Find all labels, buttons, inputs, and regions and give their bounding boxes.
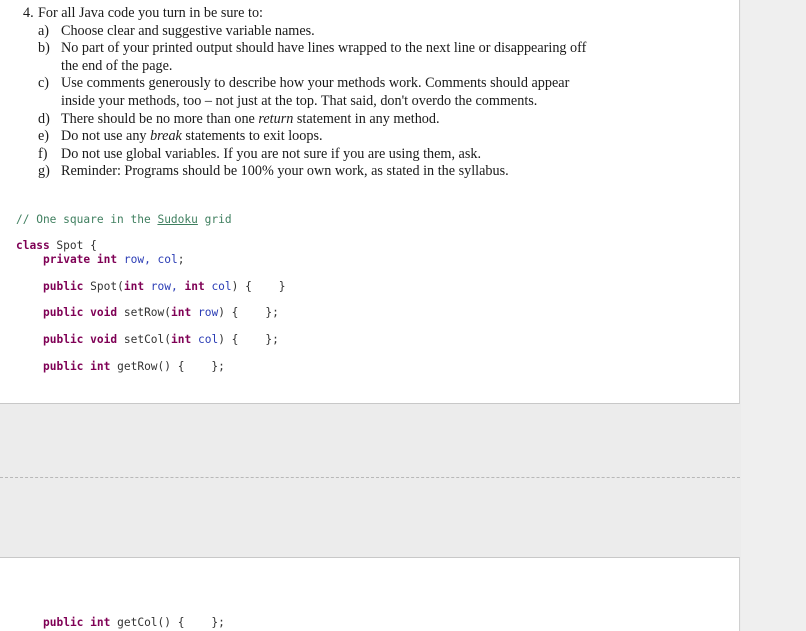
sub-item-c: c) Use comments generously to describe h… [0,75,720,110]
getrow-line: public int getRow() { }; [43,360,225,374]
sub-item-letter: c) [38,75,50,92]
keyword: int [171,306,192,319]
text-run: statement in any method. [293,110,440,127]
constructor-line: public Spot(int row, int col) { } [43,280,286,294]
instructions-list: 4. For all Java code you turn in be sure… [0,5,720,181]
keyword: class [16,239,50,252]
punctuation: ; [177,253,185,266]
keyword: public [43,306,84,319]
emphasis-word: break [150,128,182,145]
keyword: private [43,253,91,266]
sub-item-text: There should be no more than one return … [61,111,720,129]
sub-item-letter: e) [38,128,50,145]
keyword: int [123,280,145,293]
page-gap [0,405,740,556]
keyword: void [90,306,118,319]
method-name: getRow() { }; [110,360,225,373]
sub-item-text: Do not use any break statements to exit … [61,128,720,146]
instruction-heading: 4. For all Java code you turn in be sure… [0,5,720,23]
sub-item-text: Use comments generously to describe how … [61,75,570,92]
keyword: public [43,333,84,346]
punctuation: ) { } [231,280,286,293]
sub-item-text: Do not use global variables. If you are … [61,145,481,162]
sub-item-text: No part of your printed output should ha… [61,40,587,57]
heading-text: For all Java code you turn in be sure to… [38,5,263,21]
sub-item-a: a) Choose clear and suggestive variable … [0,23,720,41]
sub-item-text-cont: inside your methods, too – not just at t… [61,92,538,109]
method-name: Spot( [83,280,124,293]
sub-item-b: b) No part of your printed output should… [0,40,720,75]
sub-item-letter: f) [38,145,48,162]
sub-item-text-cont: the end of the page. [61,57,173,74]
getcol-line: public int getCol() { }; [43,616,225,630]
param: col [204,280,232,293]
setrow-line: public void setRow(int row) { }; [43,306,279,320]
emphasis-word: return [258,110,294,127]
method-name: getCol() { }; [110,616,225,629]
sub-item-g: g) Reminder: Programs should be 100% you… [0,163,720,181]
sub-item-d: d) There should be no more than one retu… [0,111,720,129]
sub-item-text: Choose clear and suggestive variable nam… [61,22,315,39]
keyword: void [90,333,118,346]
sub-items: a) Choose clear and suggestive variable … [0,23,720,181]
param: row, [144,280,185,293]
punctuation: ) { }; [218,306,279,319]
comment-text: // One square in the [16,213,158,226]
param: row [191,306,219,319]
text-run: There should be no more than one [61,110,259,127]
document-page-2: public int getCol() { }; [0,557,740,631]
right-gutter [741,0,806,631]
text-run: statements to exit loops. [181,128,323,145]
field-declaration: private int row, col; [43,253,185,267]
param: col [191,333,219,346]
keyword: int [90,616,111,629]
sub-item-letter: d) [38,110,50,127]
keyword: public [43,280,84,293]
keyword: int [96,253,118,266]
sub-item-letter: g) [38,163,50,180]
sub-item-f: f) Do not use global variables. If you a… [0,146,720,164]
keyword: public [43,360,84,373]
punctuation: ) { }; [218,333,279,346]
class-name: Spot { [49,239,97,252]
sub-item-letter: a) [38,22,50,39]
keyword: public [43,616,84,629]
comment-text: grid [197,213,232,226]
method-name: setRow( [117,306,172,319]
keyword: int [171,333,192,346]
spellcheck-word: Sudoku [157,213,198,226]
keyword: int [184,280,205,293]
item-number: 4. [23,5,34,21]
text-run: Do not use any [61,128,151,145]
document-page-1: 4. For all Java code you turn in be sure… [0,0,740,404]
method-name: setCol( [117,333,172,346]
code-comment: // One square in the Sudoku grid [16,213,232,227]
sub-item-text: Reminder: Programs should be 100% your o… [61,163,509,180]
page-break-line [0,477,740,478]
sub-item-letter: b) [38,40,50,57]
keyword: int [90,360,111,373]
setcol-line: public void setCol(int col) { }; [43,333,279,347]
field-names: row, col [123,253,178,266]
sub-item-e: e) Do not use any break statements to ex… [0,128,720,146]
class-declaration: class Spot { [16,239,97,253]
